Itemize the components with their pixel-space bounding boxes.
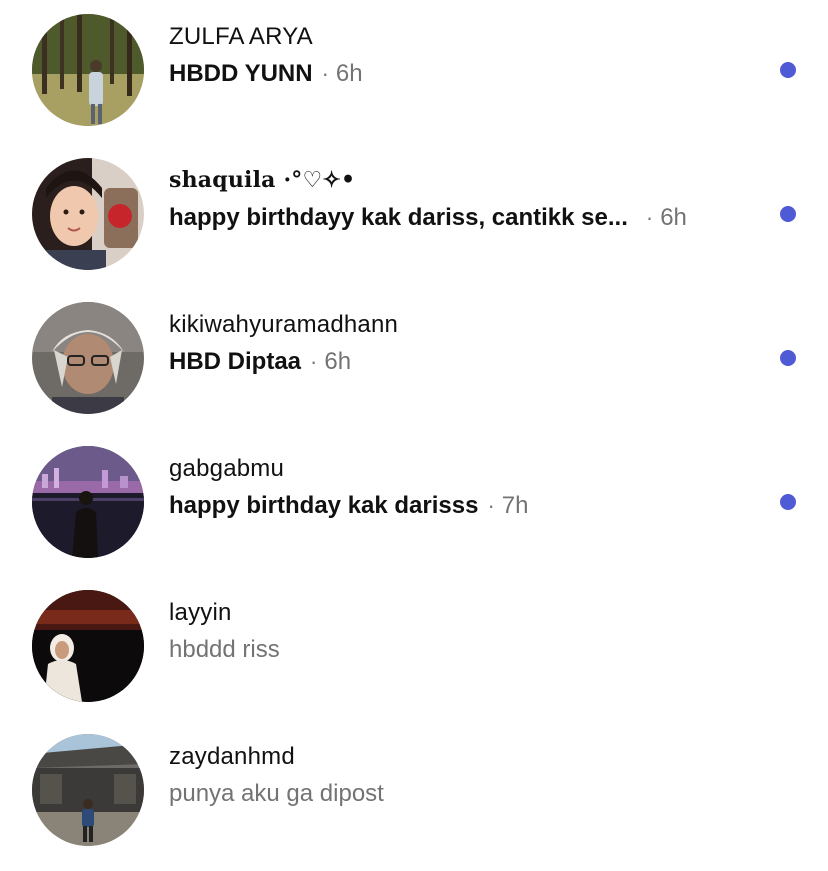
message-preview: hbddd riss [169, 636, 280, 664]
conversation-name: zaydanhmd [169, 743, 295, 770]
avatar[interactable] [32, 14, 144, 126]
message-text: happy birthdayy kak dariss, cantikk se..… [169, 204, 628, 231]
conversation-row[interactable]: kikiwahyuramadhann HBD Diptaa · 6h [0, 288, 828, 432]
avatar-selfie-photo [32, 158, 144, 270]
conversation-name: ZULFA ARYA [169, 23, 313, 50]
avatar[interactable] [32, 734, 144, 846]
unread-dot-icon [780, 494, 796, 510]
message-preview: punya aku ga dipost [169, 780, 384, 808]
message-text: hbddd riss [169, 636, 280, 663]
conversation-row[interactable]: shaquila ·°♡✧• happy birthdayy kak daris… [0, 144, 828, 288]
separator: · [645, 205, 654, 230]
avatar[interactable] [32, 590, 144, 702]
message-preview: HBDD YUNN · 6h [169, 60, 363, 88]
timestamp: 7h [501, 492, 529, 519]
message-text: HBD Diptaa [169, 348, 302, 375]
timestamp: 6h [660, 204, 687, 231]
conversation-row[interactable]: gabgabmu happy birthday kak darisss · 7h [0, 432, 828, 576]
avatar[interactable] [32, 158, 144, 270]
conversation-name: gabgabmu [169, 455, 285, 482]
conversation-name: kikiwahyuramadhann [169, 311, 399, 338]
conversation-row[interactable]: layyin hbddd riss [0, 576, 828, 720]
message-preview: happy birthdayy kak dariss, cantikk se..… [169, 204, 687, 232]
separator: · [487, 493, 495, 518]
timestamp: 6h [335, 60, 363, 87]
timestamp: 6h [324, 348, 352, 375]
conversation-name: layyin [169, 599, 232, 626]
message-text: punya aku ga dipost [169, 780, 384, 807]
unread-dot-icon [780, 206, 796, 222]
separator: · [321, 61, 329, 86]
avatar-forest-photo [32, 14, 144, 126]
separator: · [310, 349, 318, 374]
unread-dot-icon [780, 350, 796, 366]
conversation-row[interactable]: zaydanhmd punya aku ga dipost [0, 720, 828, 864]
message-text: happy birthday kak darisss [169, 492, 479, 519]
unread-dot-icon [780, 62, 796, 78]
conversation-list: ZULFA ARYA HBDD YUNN · 6h shaquila ·°♡✧•… [0, 0, 828, 871]
avatar[interactable] [32, 302, 144, 414]
message-preview: happy birthday kak darisss · 7h [169, 492, 529, 520]
avatar-portrait-photo [32, 302, 144, 414]
conversation-row[interactable]: ZULFA ARYA HBDD YUNN · 6h [0, 0, 828, 144]
avatar-sunset-photo [32, 590, 144, 702]
avatar-night-city-photo [32, 446, 144, 558]
message-preview: HBD Diptaa · 6h [169, 348, 351, 376]
message-text: HBDD YUNN [169, 60, 313, 87]
avatar-warehouse-photo [32, 734, 144, 846]
conversation-name: shaquila ·°♡✧• [169, 167, 356, 193]
avatar[interactable] [32, 446, 144, 558]
